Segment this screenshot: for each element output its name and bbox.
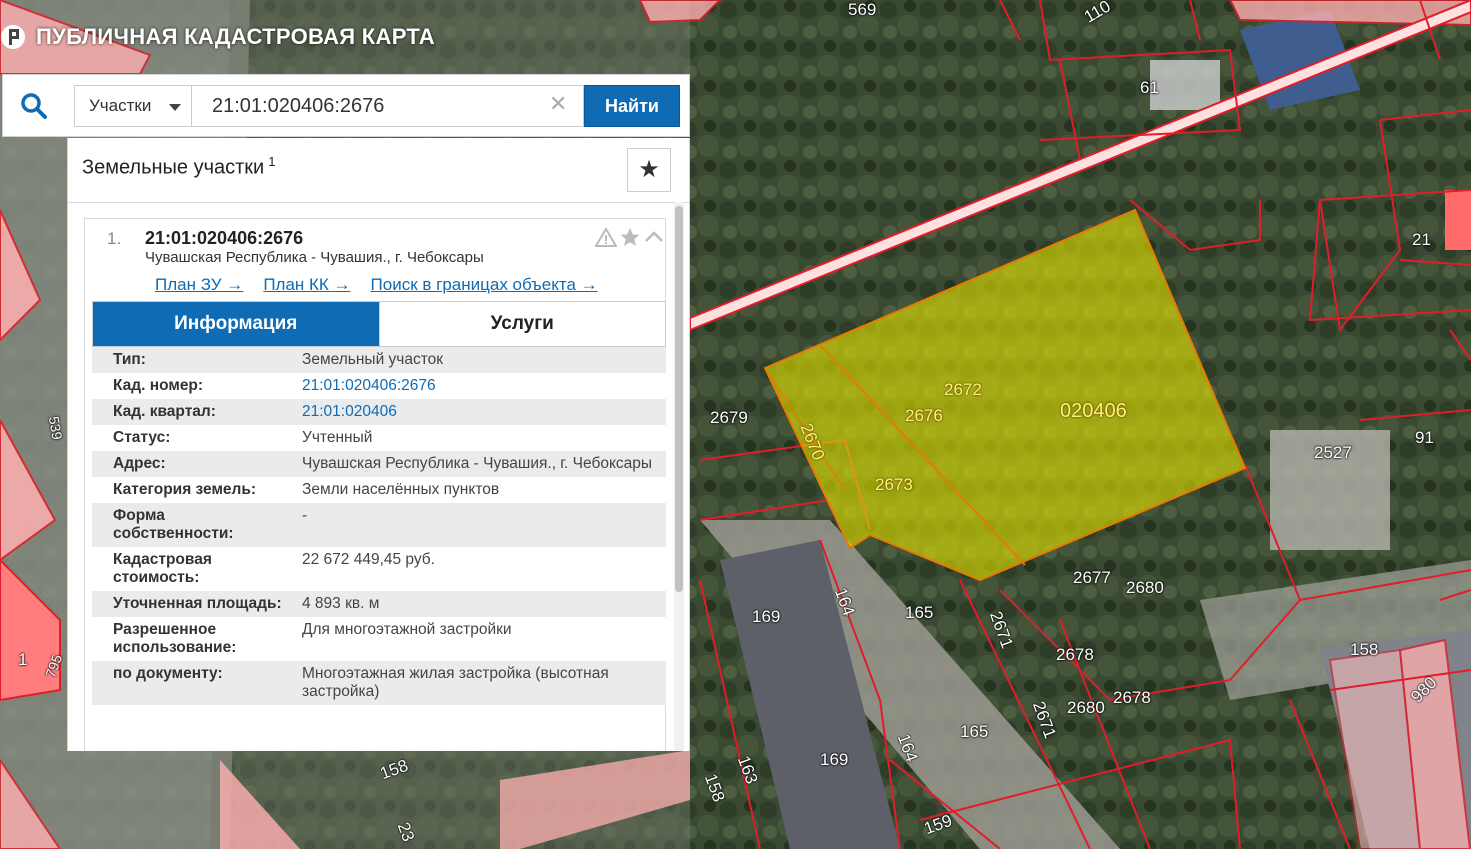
search-icon[interactable] [19, 91, 49, 121]
favorites-button[interactable]: ★ [627, 148, 671, 192]
info-value: Учтенный [302, 429, 373, 446]
app-title: ПУБЛИЧНАЯ КАДАСТРОВАЯ КАРТА [36, 24, 435, 49]
clear-icon[interactable]: ✕ [549, 94, 567, 116]
star-icon[interactable] [619, 227, 641, 247]
info-row: Адрес: Чувашская Республика - Чувашия., г… [92, 451, 666, 477]
card-tabs: Информация Услуги [92, 301, 666, 347]
info-value: Земельный участок [302, 351, 444, 368]
info-row: Тип: Земельный участок [92, 347, 666, 373]
chevron-up-icon[interactable] [643, 227, 665, 247]
plan-kk-link[interactable]: План КК → [263, 275, 350, 295]
tab-information[interactable]: Информация [93, 302, 379, 346]
rosreestr-logo-icon [1, 25, 25, 49]
info-label: Кад. номер: [113, 377, 204, 394]
info-value: 22 672 449,45 руб. [302, 551, 435, 568]
chevron-down-icon [169, 104, 181, 111]
results-panel: Земельные участки 1 ★ 1. 21:01:020406:267… [67, 138, 690, 751]
tab-services[interactable]: Услуги [378, 302, 665, 346]
info-table: Тип: Земельный участок Кад. номер: 21:01:0… [92, 347, 666, 705]
panel-scrollbar[interactable] [674, 202, 684, 751]
info-label: Уточненная площадь: [113, 595, 282, 612]
search-input[interactable] [191, 85, 584, 127]
info-row: Кад. номер: 21:01:020406:2676 [92, 373, 666, 399]
result-index: 1. [107, 229, 122, 248]
info-value: Чувашская Республика - Чувашия., г. Чебо… [302, 455, 653, 472]
panel-title-text: Земельные участки [82, 156, 265, 179]
info-value-link[interactable]: 21:01:020406:2676 [282, 377, 666, 395]
search-scope-select[interactable]: Участки [74, 85, 192, 127]
search-scope-value: Участки [89, 96, 152, 115]
panel-title: Земельные участки 1 [82, 154, 275, 180]
info-value: Для многоэтажной застройки [302, 621, 512, 638]
info-label: Тип: [113, 351, 146, 368]
info-label: Статус: [113, 429, 171, 446]
info-row: Кадастровая стоимость: 22 672 449,45 руб. [92, 547, 666, 591]
info-row: Кад. квартал: 21:01:020406 [92, 399, 666, 425]
info-row: Уточненная площадь: 4 893 кв. м [92, 591, 666, 617]
app-brand: ПУБЛИЧНАЯ КАДАСТРОВАЯ КАРТА [0, 20, 435, 54]
info-value: - [302, 507, 308, 524]
info-row: Разрешенное использование: Для многоэтажн… [92, 617, 666, 661]
info-value: Многоэтажная жилая застройка (высотная з… [302, 665, 609, 700]
plan-zu-link[interactable]: План ЗУ → [155, 275, 243, 295]
info-label: Форма собственности: [113, 507, 234, 542]
info-value: 4 893 кв. м [302, 595, 380, 612]
info-row: по документу: Многоэтажная жилая застройк… [92, 661, 666, 705]
scroll-thumb[interactable] [675, 206, 683, 592]
result-cad-number[interactable]: 21:01:020406:2676 [145, 228, 303, 249]
info-label: Кадастровая стоимость: [113, 551, 212, 586]
warning-icon[interactable] [595, 227, 617, 247]
result-card: 1. 21:01:020406:2676 Чувашская Республик… [84, 218, 666, 751]
result-address: Чувашская Республика - Чувашия., г. Чебо… [145, 249, 484, 266]
info-row: Статус: Учтенный [92, 425, 666, 451]
info-label: по документу: [113, 665, 223, 682]
info-label: Категория земель: [113, 481, 257, 498]
result-count: 1 [268, 154, 276, 169]
card-links: План ЗУ → План КК → Поиск в границах объ… [155, 275, 618, 295]
info-value: Земли населённых пунктов [302, 481, 500, 498]
info-row: Категория земель: Земли населённых пункто… [92, 477, 666, 503]
find-button[interactable]: Найти [584, 85, 680, 127]
search-in-bounds-link[interactable]: Поиск в границах объекта → [371, 275, 598, 295]
star-icon: ★ [638, 156, 660, 183]
info-label: Разрешенное использование: [113, 621, 237, 656]
search-bar: Участки ✕ Найти [2, 74, 690, 137]
info-label: Адрес: [113, 455, 166, 472]
info-row: Форма собственности: - [92, 503, 666, 547]
info-label: Кад. квартал: [113, 403, 216, 420]
panel-header: Земельные участки 1 ★ [68, 138, 689, 203]
info-value-link[interactable]: 21:01:020406 [282, 403, 666, 421]
card-actions [595, 227, 665, 247]
